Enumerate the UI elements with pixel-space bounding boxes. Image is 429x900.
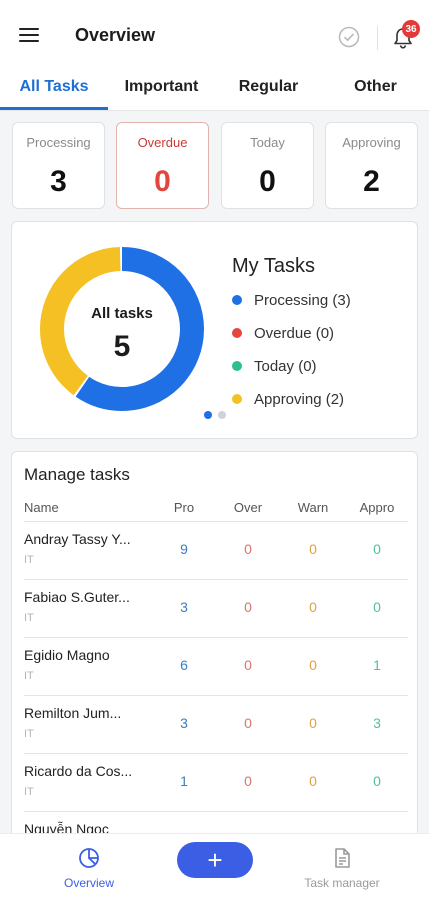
cell-over: 0 [244, 715, 252, 731]
cell-over: 0 [244, 541, 252, 557]
menu-icon[interactable] [19, 28, 39, 44]
column-header-name: Name [24, 500, 59, 515]
pager-dot-active[interactable] [204, 411, 212, 419]
table-row[interactable]: Egidio Magno IT 6 0 0 1 [12, 638, 417, 696]
nav-task-manager[interactable]: Task manager [290, 834, 394, 900]
employee-name: Andray Tassy Y... [24, 531, 131, 547]
app-header: Overview 36 [0, 0, 429, 64]
cell-over: 0 [244, 599, 252, 615]
employee-name: Remilton Jum... [24, 705, 122, 721]
employee-dept: IT [24, 670, 34, 682]
table-row[interactable]: Fabiao S.Guter... IT 3 0 0 0 [12, 580, 417, 638]
pie-chart-icon [79, 848, 99, 868]
cell-warn: 0 [309, 715, 317, 731]
cell-pro: 3 [180, 599, 188, 615]
legend-label: Overdue (0) [254, 324, 335, 342]
stat-value: 2 [363, 165, 380, 198]
cell-appro: 0 [373, 773, 381, 789]
employee-dept: IT [24, 612, 34, 624]
add-task-button[interactable]: + [177, 842, 253, 878]
column-header-over: Over [233, 500, 263, 515]
cell-appro: 0 [373, 541, 381, 557]
notification-badge: 36 [402, 20, 420, 38]
check-circle-icon[interactable] [338, 26, 360, 48]
stat-label: Approving [342, 135, 401, 150]
stat-value: 0 [154, 165, 171, 198]
cell-warn: 0 [309, 773, 317, 789]
table-row[interactable]: Ricardo da Cos... IT 1 0 0 0 [12, 754, 417, 812]
legend-dot [232, 295, 242, 305]
legend-label: Approving (2) [254, 390, 345, 408]
employee-dept: IT [24, 786, 34, 798]
employee-name: Fabiao S.Guter... [24, 589, 130, 605]
legend-item-processing: Processing (3) [232, 290, 351, 310]
table-row[interactable]: Remilton Jum... IT 3 0 0 3 [12, 696, 417, 754]
header-divider [377, 26, 378, 50]
tab-other[interactable]: Other [322, 64, 429, 110]
stat-label: Overdue [137, 135, 188, 150]
employee-name: Ricardo da Cos... [24, 763, 133, 779]
legend-label: Today (0) [254, 357, 317, 375]
my-tasks-summary-card: All tasks 5 My Tasks Processing (3) Over… [11, 221, 418, 439]
legend-dot [232, 328, 242, 338]
legend-dot [232, 361, 242, 371]
cell-over: 0 [244, 657, 252, 673]
manage-tasks-title: Manage tasks [24, 465, 130, 484]
cell-appro: 0 [373, 599, 381, 615]
cell-pro: 6 [180, 657, 188, 673]
legend-item-today: Today (0) [232, 356, 317, 376]
nav-overview[interactable]: Overview [50, 834, 128, 900]
cell-over: 0 [244, 773, 252, 789]
stat-card-overdue[interactable]: Overdue 0 [116, 122, 209, 209]
tab-all-tasks[interactable]: All Tasks [0, 64, 108, 110]
table-row[interactable]: Andray Tassy Y... IT 9 0 0 0 [12, 522, 417, 580]
task-tabs: All Tasks Important Regular Other [0, 64, 429, 110]
cell-pro: 1 [180, 773, 188, 789]
nav-label: Overview [63, 876, 114, 890]
nav-label: Task manager [304, 876, 380, 890]
cell-appro: 1 [373, 657, 381, 673]
column-header-warn: Warn [297, 500, 329, 515]
tab-regular[interactable]: Regular [215, 64, 322, 110]
legend-item-overdue: Overdue (0) [232, 323, 334, 343]
employee-dept: IT [24, 728, 34, 740]
stat-card-approving[interactable]: Approving 2 [325, 122, 418, 209]
donut-center-value: 5 [113, 330, 131, 363]
tabs-divider [0, 110, 429, 111]
pager-dot[interactable] [218, 411, 226, 419]
stat-label: Processing [26, 135, 91, 150]
cell-pro: 3 [180, 715, 188, 731]
legend-item-approving: Approving (2) [232, 389, 344, 409]
legend-dot [232, 394, 242, 404]
stat-card-today[interactable]: Today 0 [221, 122, 314, 209]
bottom-navigation: Overview + Task manager [0, 833, 429, 900]
cell-warn: 0 [309, 657, 317, 673]
stat-value: 3 [50, 165, 67, 198]
my-tasks-title: My Tasks [232, 255, 315, 277]
employee-dept: IT [24, 554, 34, 566]
document-icon [335, 848, 350, 868]
employee-name: Egidio Magno [24, 647, 110, 663]
stat-value: 0 [259, 165, 276, 198]
cell-warn: 0 [309, 599, 317, 615]
legend-label: Processing (3) [254, 291, 351, 309]
page-title: Overview [75, 25, 156, 45]
manage-tasks-card: Manage tasks Name Pro Over Warn Appro An… [11, 451, 418, 851]
tasks-donut-chart [40, 247, 204, 411]
donut-center-label: All tasks [91, 305, 153, 322]
column-header-pro: Pro [173, 500, 195, 515]
cell-appro: 3 [373, 715, 381, 731]
column-header-appro: Appro [359, 500, 395, 515]
cell-warn: 0 [309, 541, 317, 557]
tab-important[interactable]: Important [108, 64, 215, 110]
cell-pro: 9 [180, 541, 188, 557]
stat-card-processing[interactable]: Processing 3 [12, 122, 105, 209]
stat-label: Today [250, 135, 285, 150]
